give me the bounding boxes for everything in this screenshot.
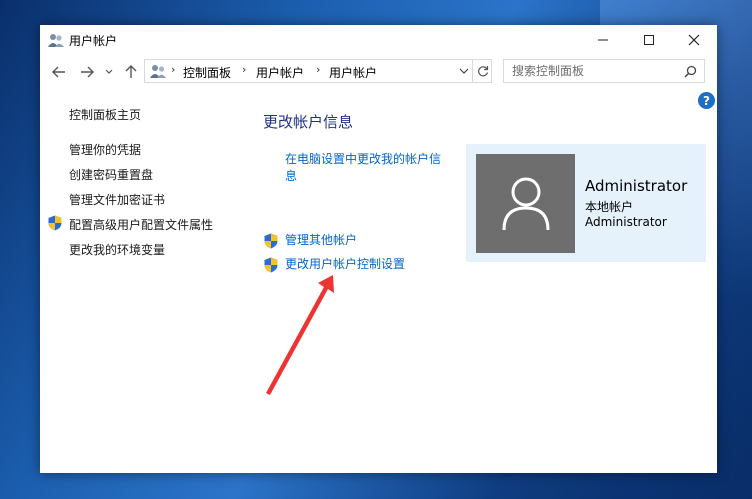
sidebar-item-control-panel-home[interactable]: 控制面板主页 — [69, 106, 141, 123]
user-accounts-window: 用户帐户 › 控制面板 › 用户帐户 › 用户帐户 搜索控制面板 ? 控制面板主… — [40, 25, 717, 473]
change-account-in-pc-settings-link[interactable]: 在电脑设置中更改我的帐户信息 — [285, 151, 445, 185]
annotation-arrow-icon — [266, 275, 334, 395]
refresh-icon — [477, 66, 488, 77]
breadcrumb-separator: › — [171, 63, 176, 76]
help-icon[interactable]: ? — [698, 92, 715, 109]
up-button[interactable] — [120, 59, 142, 85]
sidebar-item-manage-credentials[interactable]: 管理你的凭据 — [69, 141, 141, 158]
change-uac-settings-link[interactable]: 更改用户帐户控制设置 — [285, 256, 405, 273]
user-accounts-icon — [48, 34, 64, 47]
arrow-right-icon — [81, 66, 94, 78]
title-bar[interactable]: 用户帐户 — [40, 25, 717, 55]
user-name: Administrator — [585, 177, 688, 195]
arrow-left-icon — [52, 66, 65, 78]
user-account-card: Administrator 本地帐户 Administrator — [466, 144, 706, 262]
uac-shield-icon — [264, 257, 278, 273]
minimize-icon — [598, 39, 608, 41]
account-role: Administrator — [585, 215, 667, 229]
search-box[interactable] — [503, 59, 705, 83]
uac-shield-icon — [48, 215, 62, 231]
close-button[interactable] — [671, 25, 717, 55]
forward-button[interactable] — [76, 59, 98, 85]
maximize-icon — [644, 35, 654, 45]
manage-other-accounts-link[interactable]: 管理其他帐户 — [285, 232, 357, 249]
control-panel-icon — [150, 65, 166, 78]
recent-locations-button[interactable] — [102, 59, 116, 85]
sidebar-item-change-environment-variables[interactable]: 更改我的环境变量 — [69, 241, 165, 258]
breadcrumb-control-panel[interactable]: 控制面板 — [183, 64, 231, 81]
breadcrumb-separator[interactable]: › — [242, 63, 246, 76]
account-type: 本地帐户 — [585, 200, 634, 214]
user-silhouette-icon — [502, 177, 549, 230]
window-title: 用户帐户 — [69, 34, 118, 48]
back-button[interactable] — [48, 59, 70, 85]
sidebar-item-create-password-reset-disk[interactable]: 创建密码重置盘 — [69, 166, 153, 183]
maximize-button[interactable] — [626, 25, 672, 55]
uac-shield-icon — [264, 233, 278, 249]
search-input[interactable] — [504, 60, 680, 82]
avatar — [476, 154, 575, 253]
address-bar[interactable]: › 控制面板 › 用户帐户 › 用户帐户 — [144, 59, 492, 83]
breadcrumb-user-accounts-current[interactable]: 用户帐户 — [329, 64, 377, 81]
navigation-bar: › 控制面板 › 用户帐户 › 用户帐户 — [40, 59, 717, 85]
close-icon — [688, 34, 700, 46]
page-title: 更改帐户信息 — [263, 113, 354, 131]
address-dropdown-icon[interactable] — [459, 68, 469, 75]
refresh-button[interactable] — [472, 59, 492, 83]
search-icon[interactable] — [684, 65, 697, 78]
chevron-down-icon — [105, 69, 113, 74]
arrow-up-icon — [125, 65, 137, 78]
minimize-button[interactable] — [580, 25, 626, 55]
sidebar-item-manage-file-encryption-certificates[interactable]: 管理文件加密证书 — [69, 191, 165, 208]
breadcrumb-user-accounts[interactable]: 用户帐户 — [256, 64, 304, 81]
sidebar-item-configure-advanced-user-profile[interactable]: 配置高级用户配置文件属性 — [69, 216, 213, 233]
breadcrumb-separator[interactable]: › — [316, 63, 320, 76]
